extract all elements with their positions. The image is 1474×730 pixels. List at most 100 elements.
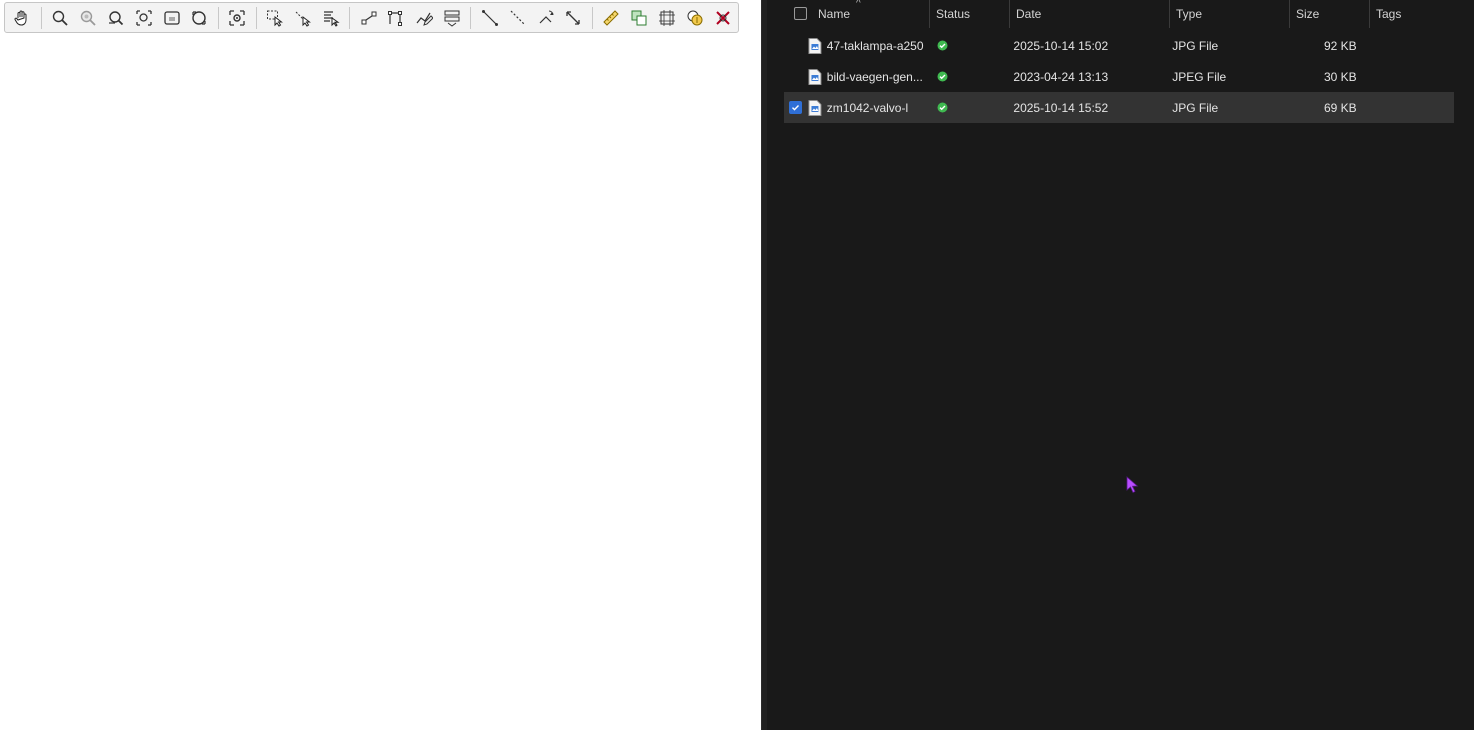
column-status-label: Status (936, 7, 971, 21)
image-file-icon (808, 68, 822, 85)
column-tags[interactable]: Tags (1370, 0, 1460, 28)
image-file-icon (808, 99, 822, 116)
column-size-label: Size (1296, 7, 1320, 21)
file-type: JPEG File (1172, 69, 1227, 84)
zoom-to-point-icon (229, 9, 245, 26)
file-row[interactable]: zm1042-valvo-l 2025-10-14 15:52 JPG File… (784, 92, 1454, 123)
map-canvas[interactable] (0, 0, 761, 730)
measure-line-icon (481, 9, 498, 26)
toolbar-separator (255, 6, 257, 29)
file-size: 69 KB (1324, 100, 1357, 115)
remove-icon (715, 10, 730, 25)
file-row[interactable]: 47-taklampa-a250 2025-10-14 15:02 JPG Fi… (784, 30, 1454, 61)
sort-ascending-icon: ^ (856, 0, 861, 9)
zoom-in-icon (53, 10, 68, 26)
column-tags-label: Tags (1376, 7, 1402, 21)
ruler-button[interactable] (599, 5, 624, 31)
split-line-icon (510, 10, 526, 25)
pan-hand-button[interactable] (10, 5, 35, 31)
toolbar-separator (591, 6, 593, 29)
toolbar-separator (40, 6, 42, 29)
zoom-native-button[interactable] (187, 5, 212, 31)
deselect-icon (295, 11, 311, 27)
column-size[interactable]: Size (1290, 0, 1370, 28)
edit-attributes-icon (444, 10, 460, 27)
toolbar-separator (470, 6, 472, 29)
zoom-full-icon (108, 10, 124, 25)
zoom-out-icon (80, 10, 96, 26)
add-node-button[interactable] (356, 5, 381, 31)
vertex-tool-button[interactable] (384, 5, 409, 31)
select-feature-button[interactable] (263, 5, 288, 31)
column-date[interactable]: Date (1010, 0, 1170, 28)
rotate-button[interactable] (533, 5, 558, 31)
select-feature-icon (267, 10, 284, 27)
row-checkbox[interactable] (789, 39, 802, 52)
add-node-icon (361, 11, 377, 24)
file-name: bild-vaegen-gen... (826, 69, 923, 84)
zoom-layer-icon (136, 9, 152, 26)
identify-button[interactable] (318, 5, 343, 31)
deselect-button[interactable] (290, 5, 315, 31)
file-size: 30 KB (1324, 69, 1357, 84)
column-date-label: Date (1016, 7, 1042, 21)
remove-button[interactable] (710, 5, 735, 31)
file-row[interactable]: bild-vaegen-gen... 2023-04-24 13:13 JPEG… (784, 61, 1454, 92)
georeference-icon (658, 9, 675, 26)
scale-icon (566, 10, 581, 25)
file-name: zm1042-valvo-l (826, 100, 909, 115)
file-name: 47-taklampa-a250 (826, 38, 924, 53)
zoom-full-button[interactable] (103, 5, 128, 31)
file-date: 2025-10-14 15:52 (1013, 100, 1109, 115)
zoom-in-button[interactable] (48, 5, 73, 31)
measure-line-button[interactable] (477, 5, 502, 31)
zoom-out-button[interactable] (76, 5, 101, 31)
image-file-icon (808, 37, 822, 54)
vertex-tool-icon (388, 10, 403, 26)
toolbar-separator (217, 6, 219, 29)
zoom-selection-button[interactable] (159, 5, 184, 31)
georeference-button[interactable] (654, 5, 679, 31)
column-type[interactable]: Type (1170, 0, 1290, 28)
file-size: 92 KB (1324, 38, 1357, 53)
map-toolbar (4, 2, 739, 33)
split-line-button[interactable] (505, 5, 530, 31)
file-date: 2023-04-24 13:13 (1013, 69, 1109, 84)
copy-features-icon (631, 10, 647, 25)
ruler-icon (603, 9, 619, 26)
file-type: JPG File (1172, 100, 1219, 115)
file-type: JPG File (1172, 38, 1219, 53)
copy-features-button[interactable] (627, 5, 652, 31)
sync-status (928, 71, 1007, 82)
checkmark-icon (791, 105, 799, 111)
row-checkbox[interactable] (789, 70, 802, 83)
coin-button[interactable] (682, 5, 707, 31)
synced-check-icon (937, 102, 948, 113)
column-name-label: Name (818, 7, 851, 21)
sync-status (928, 102, 1007, 113)
row-checkbox[interactable] (789, 101, 802, 114)
sync-status (928, 40, 1007, 51)
file-explorer: Name ^ Status Date Type Size Tags 47-tak… (761, 0, 1474, 730)
identify-icon (323, 10, 340, 27)
column-name[interactable]: Name ^ (784, 0, 930, 28)
zoom-to-point-button[interactable] (225, 5, 250, 31)
column-status[interactable]: Status (930, 0, 1010, 28)
rotate-icon (539, 10, 554, 23)
edit-attributes-button[interactable] (440, 5, 465, 31)
column-type-label: Type (1176, 7, 1203, 21)
file-date: 2025-10-14 15:02 (1013, 38, 1109, 53)
file-list: 47-taklampa-a250 2025-10-14 15:02 JPG Fi… (784, 30, 1454, 123)
edit-shape-icon (416, 12, 434, 26)
pane-splitter[interactable] (762, 0, 767, 730)
zoom-selection-icon (163, 10, 180, 25)
synced-check-icon (937, 71, 948, 82)
toolbar-separator (349, 6, 351, 29)
zoom-layer-button[interactable] (131, 5, 156, 31)
column-header: Name ^ Status Date Type Size Tags (784, 0, 1460, 28)
edit-shape-button[interactable] (412, 5, 437, 31)
coin-icon (687, 10, 703, 25)
scale-button[interactable] (561, 5, 586, 31)
synced-check-icon (937, 40, 948, 51)
zoom-native-icon (192, 10, 207, 25)
